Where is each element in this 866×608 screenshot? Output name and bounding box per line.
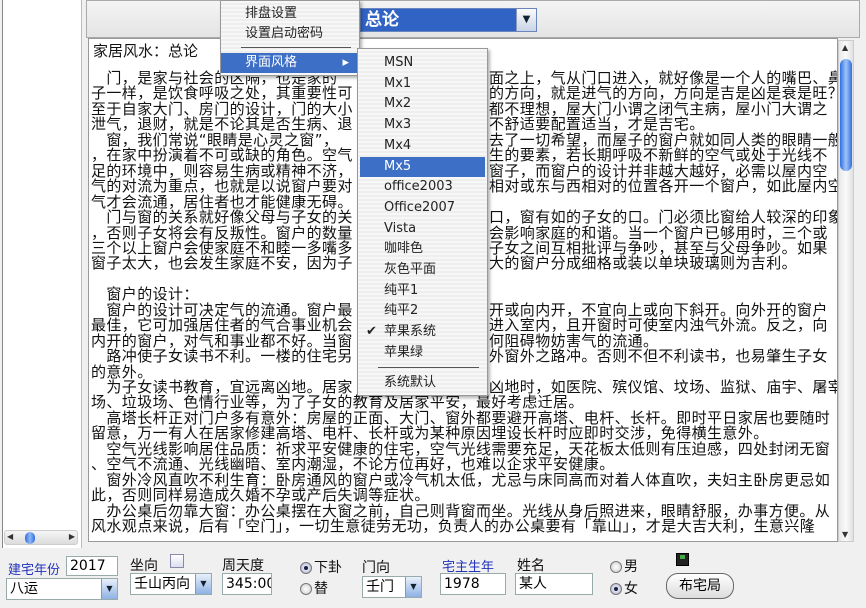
- ui-style-submenu: MSN Mx1 Mx2 Mx3 Mx4 Mx5 office2003 Office2007 Vi…: [357, 48, 488, 396]
- build-year-input[interactable]: 2017: [66, 556, 118, 576]
- line-text: 风水观点来说，后有「空门」，一切生意徒劳无功，负责人的办公桌要有「靠山」，才是大…: [91, 517, 816, 536]
- radio-male[interactable]: [610, 561, 622, 573]
- radio-male-label: 男: [624, 559, 638, 575]
- submenu-item-label: Vista: [384, 220, 417, 236]
- scroll-down-icon[interactable]: ▼: [842, 530, 848, 539]
- zhoutiandu-label: 周天度: [222, 558, 264, 574]
- chevron-down-icon[interactable]: ▼: [101, 579, 117, 599]
- radio-female-label: 女: [624, 581, 638, 597]
- chapter-select-value: 总论: [365, 10, 399, 30]
- submenu-item[interactable]: Mx4: [360, 136, 485, 156]
- yun-value: 八运: [10, 581, 38, 597]
- submenu-item[interactable]: 咖啡色: [360, 239, 485, 259]
- menu-item-label: 界面风格: [245, 55, 298, 70]
- menu-item-startup-password[interactable]: 设置启动密码: [221, 24, 359, 44]
- submenu-item-label: Mx2: [384, 96, 412, 112]
- yun-select[interactable]: 八运 ▼: [6, 578, 118, 600]
- radio-female[interactable]: [610, 583, 622, 595]
- layout-house-button[interactable]: 布宅局: [666, 573, 734, 599]
- scroll-right-icon[interactable]: ▶: [69, 532, 75, 541]
- submenu-item[interactable]: MSN: [360, 53, 485, 73]
- vertical-scrollbar[interactable]: ▲ ▼: [838, 40, 854, 542]
- submenu-item-label: Office2007: [384, 199, 456, 215]
- submenu-item[interactable]: office2003: [360, 177, 485, 197]
- submenu-item-label: 纯平1: [384, 282, 419, 298]
- submenu-item[interactable]: Mx5: [360, 156, 485, 177]
- line-text: 外窗外之路冲。否则不但不利读书，也易肇生子女: [489, 347, 828, 366]
- submenu-item[interactable]: Mx3: [360, 115, 485, 135]
- menxiang-value: 壬门: [366, 579, 394, 595]
- submenu-item[interactable]: 纯平1: [360, 281, 485, 301]
- submenu-item-label: 苹果系统: [384, 324, 437, 340]
- submenu-item-label: 苹果绿: [384, 344, 424, 360]
- chevron-down-icon[interactable]: ▼: [195, 574, 211, 594]
- menu-separator: [378, 367, 479, 368]
- scroll-thumb[interactable]: [25, 532, 35, 544]
- submenu-item[interactable]: Mx1: [360, 74, 485, 94]
- chevron-down-icon[interactable]: ▼: [516, 9, 536, 31]
- submenu-item[interactable]: 苹果绿: [360, 343, 485, 363]
- zuoxiang-label: 坐向: [130, 558, 158, 574]
- zhoutiandu-input[interactable]: 345:00: [222, 573, 272, 595]
- menxiang-label: 门向: [362, 560, 390, 576]
- left-panel: [2, 0, 82, 548]
- submenu-item-label: Mx4: [384, 137, 412, 153]
- submenu-item[interactable]: 纯平2: [360, 301, 485, 321]
- scroll-thumb[interactable]: [840, 59, 852, 171]
- zuoxiang-select[interactable]: 壬山丙向 ▼: [130, 573, 212, 595]
- line-text: 窗子太大，也会发生家庭不安，因为子: [91, 254, 353, 273]
- menxiang-select[interactable]: 壬门 ▼: [362, 576, 422, 598]
- submenu-item[interactable]: 灰色平面: [360, 260, 485, 280]
- compass-edit-icon[interactable]: [170, 554, 184, 568]
- radio-tigua-label: 替: [314, 581, 328, 597]
- submenu-item-label: MSN: [384, 55, 414, 70]
- submenu-item-label: Mx1: [384, 75, 412, 91]
- document-line: 窗子太大，也会发生家庭不安，因为子 大的窗户分成细格或装以单块玻璃则为吉利。: [91, 254, 797, 273]
- build-year-label: 建宅年份: [8, 563, 61, 578]
- submenu-item[interactable]: Office2007: [360, 198, 485, 218]
- check-icon: ✔: [366, 324, 377, 340]
- radio-tigua[interactable]: [300, 583, 312, 595]
- scroll-left-icon[interactable]: ◀: [7, 532, 13, 541]
- menu-item-ui-style[interactable]: 界面风格 ▸: [221, 53, 359, 73]
- submenu-item[interactable]: Mx2: [360, 94, 485, 114]
- submenu-item[interactable]: ✔ 苹果系统: [360, 322, 485, 342]
- scroll-up-icon[interactable]: ▲: [842, 43, 848, 52]
- save-icon[interactable]: [676, 553, 689, 566]
- name-input[interactable]: 某人: [515, 573, 593, 595]
- menu-separator: [241, 47, 351, 48]
- chevron-down-icon[interactable]: ▼: [405, 577, 421, 597]
- settings-menu: 排盘设置 设置启动密码 界面风格 ▸: [220, 0, 360, 76]
- submenu-item[interactable]: 系统默认: [360, 373, 485, 393]
- submenu-item-label: Mx5: [384, 158, 412, 174]
- zuoxiang-value: 壬山丙向: [134, 576, 190, 592]
- radio-xiagua-label: 下卦: [314, 560, 342, 576]
- menu-item-layout-settings[interactable]: 排盘设置: [221, 4, 359, 24]
- document-title: 家居风水：总论: [93, 42, 199, 60]
- owner-year-input[interactable]: 1978: [440, 573, 506, 595]
- submenu-item-label: 系统默认: [384, 375, 437, 390]
- submenu-arrow-icon: ▸: [342, 55, 349, 70]
- submenu-item-label: 纯平2: [384, 303, 419, 319]
- submenu-item-label: Mx3: [384, 117, 412, 133]
- chapter-select[interactable]: 总论 ▼: [360, 8, 537, 32]
- line-text: 相对或东与西相对的位置各开一个窗户，如此屋内空: [489, 177, 838, 196]
- line-text: 大的窗户分成细格或装以单块玻璃则为吉利。: [489, 254, 798, 273]
- submenu-item-label: 咖啡色: [384, 241, 424, 257]
- horizontal-scrollbar[interactable]: ◀ ▶: [4, 530, 78, 545]
- submenu-item-label: office2003: [384, 179, 453, 195]
- document-line: 风水观点来说，后有「空门」，一切生意徒劳无功，负责人的办公桌要有「靠山」，才是大…: [91, 517, 816, 536]
- name-label: 姓名: [517, 558, 545, 574]
- radio-xiagua[interactable]: [300, 562, 312, 574]
- submenu-item-label: 灰色平面: [384, 262, 437, 277]
- submenu-item[interactable]: Vista: [360, 219, 485, 239]
